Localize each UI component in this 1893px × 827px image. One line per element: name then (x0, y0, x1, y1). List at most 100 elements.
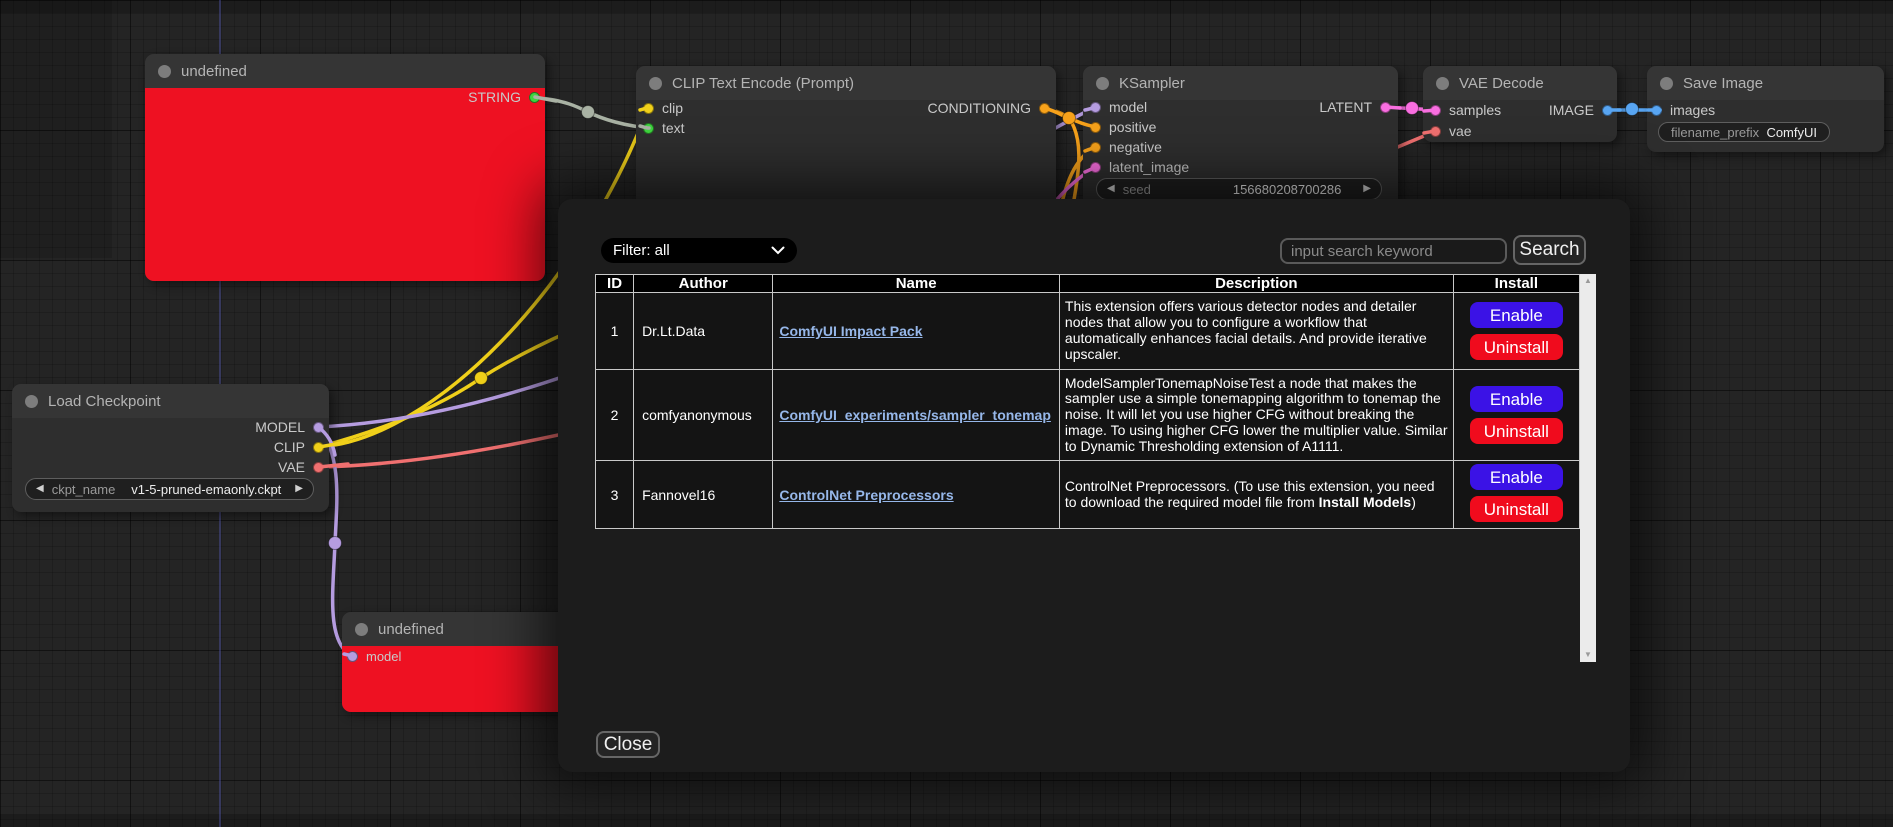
cell-description: This extension offers various detector n… (1059, 293, 1453, 370)
output-clip[interactable]: CLIP (274, 437, 324, 457)
node-title: VAE Decode (1459, 75, 1544, 92)
seed-value: 156680208700286 (1233, 182, 1341, 197)
cell-id: 1 (596, 293, 634, 370)
cell-author: Dr.Lt.Data (634, 293, 773, 370)
input-port-icon[interactable] (1430, 126, 1441, 137)
node-title-bar[interactable]: KSampler (1083, 66, 1398, 100)
node-title: undefined (181, 63, 247, 80)
input-samples[interactable]: samples (1430, 100, 1501, 120)
filter-select[interactable]: Filter: all (601, 238, 797, 263)
filename-prefix-widget[interactable]: filename_prefix ComfyUI (1658, 122, 1830, 142)
input-port-icon[interactable] (1090, 102, 1101, 113)
input-port-icon[interactable] (1090, 142, 1101, 153)
wire-string (535, 97, 649, 128)
output-port-icon[interactable] (313, 462, 324, 473)
input-images[interactable]: images (1651, 100, 1715, 120)
extension-link[interactable]: ComfyUI Impact Pack (779, 323, 922, 339)
collapse-dot-icon[interactable] (1436, 77, 1449, 90)
node-title: KSampler (1119, 75, 1185, 92)
input-port-icon[interactable] (643, 123, 654, 134)
table-scrollbar[interactable]: ▲ ▼ (1580, 274, 1596, 662)
input-port-icon[interactable] (643, 103, 654, 114)
ckpt-name-widget[interactable]: ◀ ckpt_name v1-5-pruned-emaonly.ckpt ▶ (25, 478, 314, 500)
input-latent-image[interactable]: latent_image (1090, 157, 1189, 177)
input-port-icon[interactable] (1090, 162, 1101, 173)
output-string[interactable]: STRING (468, 87, 540, 107)
output-model[interactable]: MODEL (255, 417, 324, 437)
cell-id: 2 (596, 370, 634, 461)
input-positive[interactable]: positive (1090, 117, 1156, 137)
output-port-icon[interactable] (313, 442, 324, 453)
input-port-icon[interactable] (1090, 122, 1101, 133)
column-header-id: ID (596, 275, 634, 293)
extension-link[interactable]: ComfyUI_experiments/sampler_tonemap (779, 407, 1051, 423)
uninstall-button[interactable]: Uninstall (1470, 334, 1563, 360)
enable-button[interactable]: Enable (1470, 302, 1563, 328)
output-image[interactable]: IMAGE (1549, 100, 1613, 120)
filename-prefix-value: ComfyUI (1766, 125, 1817, 140)
node-vae-decode[interactable]: VAE Decode samples vae IMAGE (1423, 66, 1617, 142)
scroll-down-icon[interactable]: ▼ (1580, 651, 1596, 659)
node-title-bar[interactable]: CLIP Text Encode (Prompt) (636, 66, 1056, 100)
table-row: 3 Fannovel16 ControlNet Preprocessors Co… (596, 461, 1580, 529)
close-button[interactable]: Close (596, 731, 660, 758)
output-port-icon[interactable] (1380, 102, 1391, 113)
error-node-body (145, 88, 545, 281)
node-title-bar[interactable]: Load Checkpoint (12, 384, 329, 418)
column-header-description: Description (1059, 275, 1453, 293)
chevron-down-icon (771, 246, 785, 255)
node-title-bar[interactable]: undefined (145, 54, 545, 88)
node-load-checkpoint[interactable]: Load Checkpoint MODEL CLIP VAE ◀ ckpt_na… (12, 384, 329, 512)
cell-description: ControlNet Preprocessors. (To use this e… (1059, 461, 1453, 529)
output-port-icon[interactable] (1039, 103, 1050, 114)
collapse-dot-icon[interactable] (25, 395, 38, 408)
cell-id: 3 (596, 461, 634, 529)
cell-author: Fannovel16 (634, 461, 773, 529)
input-text[interactable]: text (643, 118, 685, 138)
output-port-icon[interactable] (1602, 105, 1613, 116)
collapse-dot-icon[interactable] (649, 77, 662, 90)
output-vae[interactable]: VAE (278, 457, 324, 477)
collapse-dot-icon[interactable] (1096, 77, 1109, 90)
filter-selected-value: Filter: all (613, 242, 670, 259)
scroll-up-icon[interactable]: ▲ (1580, 277, 1596, 285)
node-title-bar[interactable]: VAE Decode (1423, 66, 1617, 100)
input-model[interactable]: model (347, 646, 401, 666)
increment-arrow-icon[interactable]: ▶ (295, 484, 303, 494)
input-negative[interactable]: negative (1090, 137, 1162, 157)
cell-description: ModelSamplerTonemapNoiseTest a node that… (1059, 370, 1453, 461)
input-model[interactable]: model (1090, 97, 1147, 117)
output-port-icon[interactable] (529, 92, 540, 103)
output-conditioning[interactable]: CONDITIONING (928, 98, 1050, 118)
node-title-bar[interactable]: Save Image (1647, 66, 1884, 100)
input-port-icon[interactable] (1651, 105, 1662, 116)
input-vae[interactable]: vae (1430, 121, 1472, 141)
decrement-arrow-icon[interactable]: ◀ (36, 484, 44, 494)
column-header-author: Author (634, 275, 773, 293)
enable-button[interactable]: Enable (1470, 464, 1563, 490)
decrement-arrow-icon[interactable]: ◀ (1107, 184, 1115, 194)
collapse-dot-icon[interactable] (355, 623, 368, 636)
uninstall-button[interactable]: Uninstall (1470, 496, 1563, 522)
search-input[interactable] (1280, 238, 1507, 264)
node-undefined-top[interactable]: undefined STRING (145, 54, 545, 281)
input-port-icon[interactable] (1430, 105, 1441, 116)
node-ksampler[interactable]: KSampler model positive negative latent_… (1083, 66, 1398, 216)
extension-manager-dialog: Filter: all Search ID Author Name Descri… (558, 199, 1630, 772)
enable-button[interactable]: Enable (1470, 386, 1563, 412)
input-port-icon[interactable] (347, 651, 358, 662)
input-clip[interactable]: clip (643, 98, 683, 118)
output-port-icon[interactable] (313, 422, 324, 433)
table-row: 1 Dr.Lt.Data ComfyUI Impact Pack This ex… (596, 293, 1580, 370)
node-save-image[interactable]: Save Image images filename_prefix ComfyU… (1647, 66, 1884, 152)
collapse-dot-icon[interactable] (1660, 77, 1673, 90)
seed-widget[interactable]: ◀ seed 156680208700286 ▶ (1096, 178, 1382, 200)
ckpt-name-value: v1-5-pruned-emaonly.ckpt (131, 482, 281, 497)
uninstall-button[interactable]: Uninstall (1470, 418, 1563, 444)
extension-link[interactable]: ControlNet Preprocessors (779, 487, 953, 503)
output-latent[interactable]: LATENT (1319, 97, 1391, 117)
collapse-dot-icon[interactable] (158, 65, 171, 78)
increment-arrow-icon[interactable]: ▶ (1363, 184, 1371, 194)
node-title: Save Image (1683, 75, 1763, 92)
search-button[interactable]: Search (1513, 235, 1586, 265)
